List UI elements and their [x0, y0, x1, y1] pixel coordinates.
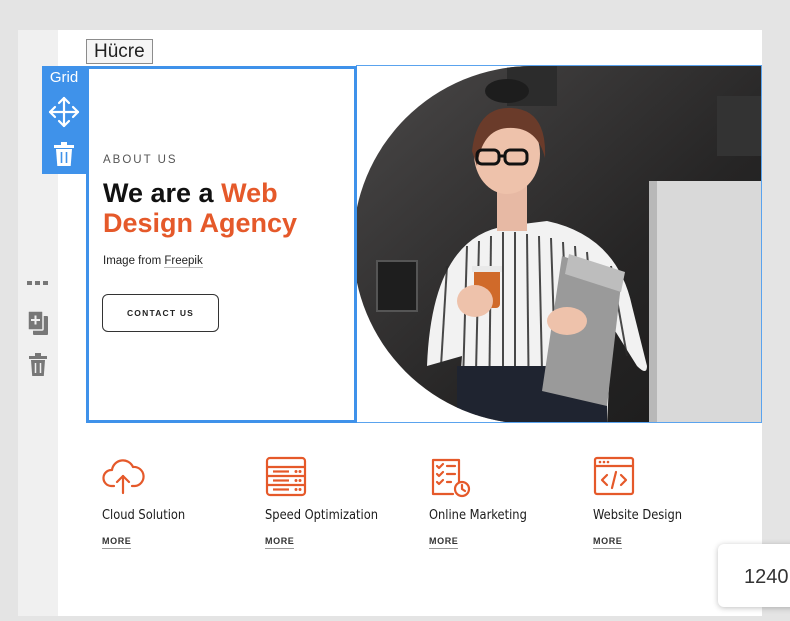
more-link[interactable]: MORE [265, 536, 295, 549]
service-title: Online Marketing [429, 507, 527, 523]
hero-headline: We are a Web Design Agency [103, 178, 343, 238]
width-value-box[interactable]: 1240 [718, 544, 790, 607]
server-stack-icon [265, 456, 309, 498]
headline-plain: We are a [103, 178, 222, 208]
hero-image-cell[interactable] [356, 65, 762, 423]
duplicate-icon[interactable] [26, 310, 50, 335]
more-link[interactable]: MORE [429, 536, 459, 549]
contact-us-button[interactable]: CONTACT US [102, 294, 219, 332]
move-icon[interactable] [48, 96, 80, 128]
grid-trash-icon[interactable] [53, 141, 75, 167]
freepik-link[interactable]: Freepik [164, 255, 203, 268]
service-speed-optimization: Speed Optimization MORE [265, 456, 405, 549]
cell-tag: Hücre [86, 39, 153, 64]
trash-icon[interactable] [26, 353, 50, 377]
hero-photo [357, 66, 761, 422]
grid-label: Grid [49, 69, 79, 86]
credit-prefix: Image from [103, 255, 165, 267]
grid-toolbar: Grid [42, 66, 86, 174]
checklist-clock-icon [429, 456, 473, 498]
browser-code-icon [593, 456, 637, 498]
service-website-design: Website Design MORE [593, 456, 733, 549]
selected-grid-cell[interactable] [86, 66, 357, 423]
service-title: Website Design [593, 507, 683, 523]
more-link[interactable]: MORE [593, 536, 623, 549]
service-title: Speed Optimization [265, 507, 379, 523]
more-link[interactable]: MORE [102, 536, 132, 549]
service-title: Cloud Solution [102, 507, 186, 523]
more-dots-icon[interactable] [26, 271, 50, 295]
service-cloud-solution: Cloud Solution MORE [102, 456, 242, 549]
image-credit: Image from Freepik [103, 255, 203, 268]
service-online-marketing: Online Marketing MORE [429, 456, 569, 549]
cloud-upload-icon [102, 456, 146, 498]
about-eyebrow: ABOUT US [103, 154, 178, 166]
